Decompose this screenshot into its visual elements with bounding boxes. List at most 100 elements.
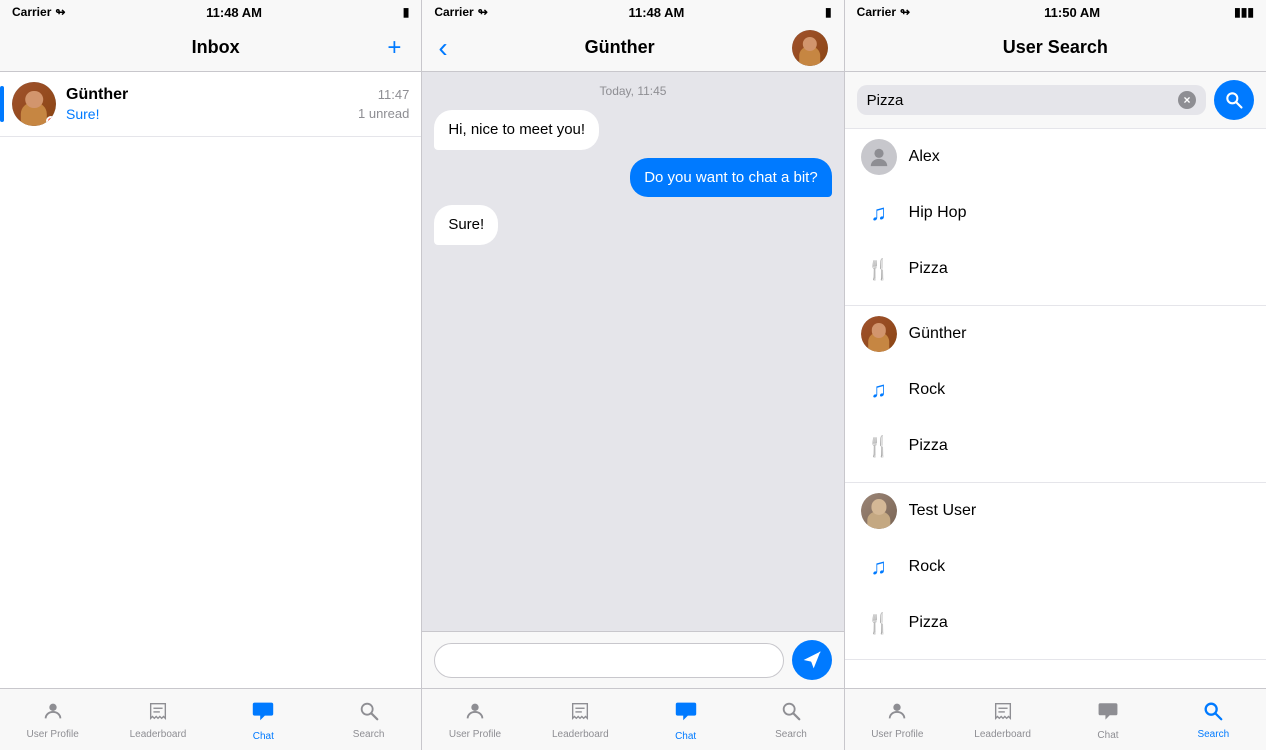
status-time-2: 11:48 AM xyxy=(628,5,684,20)
chat-title: Günther xyxy=(585,37,655,58)
search-go-button[interactable] xyxy=(1214,80,1254,120)
result-item-alex[interactable]: Alex xyxy=(845,129,1266,185)
battery-icon-2: ▮ xyxy=(825,5,832,19)
status-right-1: ▮ xyxy=(403,5,410,19)
wifi-icon-3: ↬ xyxy=(900,5,910,19)
inbox-item-time: 11:47 xyxy=(358,87,409,102)
tab-user-profile-3[interactable]: User Profile xyxy=(845,689,950,750)
inbox-list: Günther Sure! 11:47 1 unread xyxy=(0,72,421,688)
user-search-input[interactable] xyxy=(867,92,1172,109)
bubble-received-1: Hi, nice to meet you! xyxy=(434,110,599,150)
user-profile-icon-3 xyxy=(886,700,908,726)
status-left-3: Carrier ↬ xyxy=(857,5,910,19)
result-item-alex-food[interactable]: 🍴 Pizza xyxy=(845,241,1266,297)
status-bar-3: Carrier ↬ 11:50 AM ▮▮▮ xyxy=(845,0,1266,24)
music-note-icon-3: ♫ xyxy=(861,549,897,585)
chat-nav-bar: ‹ Günther xyxy=(422,24,843,72)
inbox-item-meta: 11:47 1 unread xyxy=(358,87,409,121)
result-item-gunther-food[interactable]: 🍴 Pizza xyxy=(845,418,1266,474)
inbox-screen: Carrier ↬ 11:48 AM ▮ Inbox + Gü xyxy=(0,0,422,750)
tab-label-search-3: Search xyxy=(1197,729,1229,740)
chat-tab-bar: User Profile Leaderboard xyxy=(422,688,843,750)
inbox-item-name: Günther xyxy=(66,86,358,104)
search-icon-1 xyxy=(358,700,380,726)
fork-knife-icon-1: 🍴 xyxy=(861,251,897,287)
user-profile-icon-1 xyxy=(42,700,64,726)
tab-search-1[interactable]: Search xyxy=(316,689,421,750)
chat-avatar[interactable] xyxy=(792,30,828,66)
tab-leaderboard-2[interactable]: Leaderboard xyxy=(528,689,633,750)
result-name-testuser: Test User xyxy=(909,502,977,520)
tab-label-leaderboard-1: Leaderboard xyxy=(130,729,187,740)
status-time-1: 11:48 AM xyxy=(206,5,262,20)
clear-search-button[interactable]: × xyxy=(1178,91,1196,109)
red-dot xyxy=(46,116,56,126)
chat-icon-1 xyxy=(250,698,276,728)
chat-icon-3 xyxy=(1096,699,1120,727)
chat-screen: Carrier ↬ 11:48 AM ▮ ‹ Günther Today, 11… xyxy=(422,0,844,750)
bubble-received-2: Sure! xyxy=(434,205,498,245)
leaderboard-icon-3 xyxy=(992,700,1014,726)
search-tab-bar: User Profile Leaderboard xyxy=(845,688,1266,750)
add-conversation-button[interactable]: + xyxy=(383,34,405,62)
tab-chat-1[interactable]: Chat xyxy=(211,689,316,750)
tab-chat-2[interactable]: Chat xyxy=(633,689,738,750)
tab-label-chat-3: Chat xyxy=(1097,730,1118,741)
status-left-2: Carrier ↬ xyxy=(434,5,487,19)
leaderboard-icon-2 xyxy=(569,700,591,726)
status-right-3: ▮▮▮ xyxy=(1234,5,1254,19)
result-item-testuser-food[interactable]: 🍴 Pizza xyxy=(845,595,1266,651)
chat-message-input[interactable] xyxy=(434,643,783,678)
fork-knife-icon-2: 🍴 xyxy=(861,428,897,464)
tab-leaderboard-3[interactable]: Leaderboard xyxy=(950,689,1055,750)
tab-label-user-profile-3: User Profile xyxy=(871,729,923,740)
result-item-testuser-music[interactable]: ♫ Rock xyxy=(845,539,1266,595)
result-name-alex: Alex xyxy=(909,148,940,166)
result-music-testuser: Rock xyxy=(909,558,945,576)
result-food-testuser: Pizza xyxy=(909,614,948,632)
tab-leaderboard-1[interactable]: Leaderboard xyxy=(105,689,210,750)
result-group-testuser: Test User ♫ Rock 🍴 Pizza xyxy=(845,483,1266,660)
tab-chat-3[interactable]: Chat xyxy=(1055,689,1160,750)
result-item-gunther[interactable]: Günther xyxy=(845,306,1266,362)
search-screen-title: User Search xyxy=(861,37,1250,58)
tab-user-profile-1[interactable]: User Profile xyxy=(0,689,105,750)
tab-search-3[interactable]: Search xyxy=(1161,689,1266,750)
tab-label-chat-1: Chat xyxy=(253,731,274,742)
search-icon-2 xyxy=(780,700,802,726)
user-profile-icon-2 xyxy=(464,700,486,726)
result-item-alex-music[interactable]: ♫ Hip Hop xyxy=(845,185,1266,241)
battery-icon-3: ▮▮▮ xyxy=(1234,5,1254,19)
result-item-gunther-music[interactable]: ♫ Rock xyxy=(845,362,1266,418)
tab-user-profile-2[interactable]: User Profile xyxy=(422,689,527,750)
music-note-icon-1: ♫ xyxy=(861,195,897,231)
tab-label-user-profile-1: User Profile xyxy=(27,729,79,740)
search-bar-container: × xyxy=(845,72,1266,129)
status-bar-2: Carrier ↬ 11:48 AM ▮ xyxy=(422,0,843,24)
result-item-testuser[interactable]: Test User xyxy=(845,483,1266,539)
avatar-gunther-inbox xyxy=(12,82,56,126)
status-bar-1: Carrier ↬ 11:48 AM ▮ xyxy=(0,0,421,24)
chat-input-bar xyxy=(422,631,843,688)
leaderboard-icon-1 xyxy=(147,700,169,726)
result-food-gunther: Pizza xyxy=(909,437,948,455)
result-avatar-testuser xyxy=(861,493,897,529)
carrier-label-3: Carrier xyxy=(857,5,896,19)
search-input-wrap: × xyxy=(857,85,1206,115)
result-name-gunther: Günther xyxy=(909,325,967,343)
carrier-label-1: Carrier xyxy=(12,5,51,19)
back-button[interactable]: ‹ xyxy=(438,32,447,64)
result-group-alex: Alex ♫ Hip Hop 🍴 Pizza xyxy=(845,129,1266,306)
tab-label-search-1: Search xyxy=(353,729,385,740)
fork-knife-icon-3: 🍴 xyxy=(861,605,897,641)
inbox-tab-bar: User Profile Leaderboard xyxy=(0,688,421,750)
tab-search-2[interactable]: Search xyxy=(738,689,843,750)
music-note-icon-2: ♫ xyxy=(861,372,897,408)
inbox-item-gunther[interactable]: Günther Sure! 11:47 1 unread xyxy=(0,72,421,137)
tab-label-chat-2: Chat xyxy=(675,731,696,742)
send-button[interactable] xyxy=(792,640,832,680)
result-music-gunther: Rock xyxy=(909,381,945,399)
carrier-label-2: Carrier xyxy=(434,5,473,19)
status-right-2: ▮ xyxy=(825,5,832,19)
search-results-list: Alex ♫ Hip Hop 🍴 Pizza Günther xyxy=(845,129,1266,688)
